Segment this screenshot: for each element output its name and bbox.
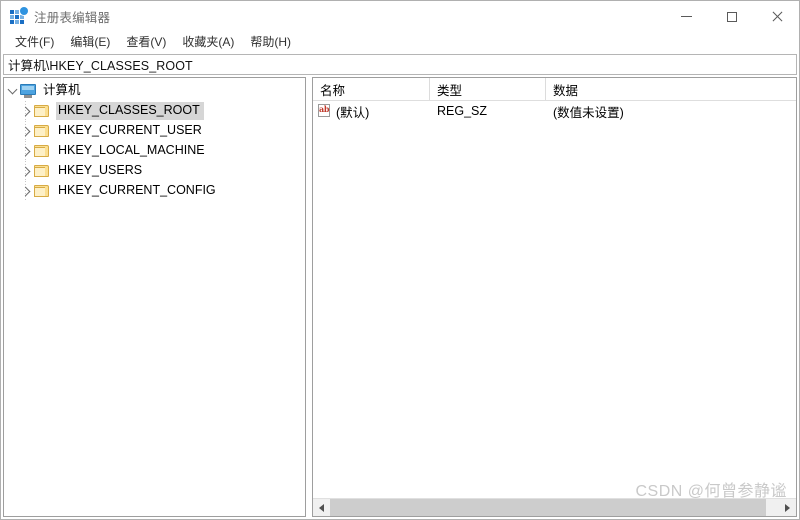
- chevron-right-icon[interactable]: [18, 161, 34, 181]
- folder-icon: [34, 164, 50, 178]
- tree-item-hkey-local-machine[interactable]: HKEY_LOCAL_MACHINE: [4, 141, 305, 161]
- close-button[interactable]: [754, 1, 799, 32]
- tree-item-computer[interactable]: 计算机: [4, 81, 305, 101]
- window-title: 注册表编辑器: [34, 11, 111, 25]
- registry-values-pane[interactable]: 名称 类型 数据 ab (默认) REG_SZ (数值未设置): [312, 77, 797, 517]
- tree-item-label: HKEY_CLASSES_ROOT: [56, 102, 204, 120]
- tree-item-computer-label: 计算机: [43, 83, 81, 97]
- menu-file[interactable]: 文件(F): [7, 33, 62, 52]
- folder-icon: [34, 124, 50, 138]
- menu-bar: 文件(F) 编辑(E) 查看(V) 收藏夹(A) 帮助(H): [1, 32, 799, 54]
- column-header-type[interactable]: 类型: [430, 78, 546, 100]
- chevron-right-icon[interactable]: [18, 121, 34, 141]
- chevron-down-icon[interactable]: [4, 81, 20, 101]
- gear-icon: [20, 6, 28, 15]
- tree-item-label: HKEY_CURRENT_USER: [58, 123, 202, 137]
- address-bar[interactable]: 计算机\HKEY_CLASSES_ROOT: [3, 54, 797, 75]
- tree-item-label: HKEY_USERS: [58, 163, 143, 177]
- string-value-ab-icon-text: ab: [319, 104, 330, 114]
- folder-icon: [34, 104, 50, 118]
- column-header-name[interactable]: 名称: [313, 78, 430, 100]
- address-path-text[interactable]: 计算机\HKEY_CLASSES_ROOT: [8, 55, 193, 74]
- registry-tree: 计算机 HKEY_CLASSES_ROOT HKEY_CURRENT_USER …: [4, 78, 305, 201]
- horizontal-scrollbar[interactable]: [313, 498, 796, 516]
- scrollbar-thumb[interactable]: [330, 499, 766, 516]
- menu-help[interactable]: 帮助(H): [242, 33, 299, 52]
- window-controls: [664, 1, 799, 32]
- cell-name: ab (默认): [313, 101, 430, 121]
- column-header-data[interactable]: 数据: [546, 78, 796, 100]
- close-icon: [771, 11, 782, 22]
- cell-data: (数值未设置): [553, 105, 624, 120]
- minimize-icon: [681, 16, 692, 17]
- list-column-header: 名称 类型 数据: [313, 78, 796, 101]
- registry-editor-icon: [10, 6, 28, 25]
- tree-item-hkey-users[interactable]: HKEY_USERS: [4, 161, 305, 181]
- string-value-ab-icon: ab: [318, 104, 332, 118]
- table-row[interactable]: ab (默认) REG_SZ (数值未设置): [313, 101, 796, 121]
- tree-item-label: HKEY_CURRENT_CONFIG: [58, 183, 216, 197]
- cell-type: REG_SZ: [437, 104, 488, 118]
- main-content: 计算机 HKEY_CLASSES_ROOT HKEY_CURRENT_USER …: [1, 75, 799, 519]
- chevron-right-icon[interactable]: [18, 181, 34, 201]
- tree-item-hkey-current-config[interactable]: HKEY_CURRENT_CONFIG: [4, 181, 305, 201]
- maximize-icon: [726, 11, 737, 22]
- title-bar: 注册表编辑器: [1, 1, 799, 32]
- folder-icon: [34, 144, 50, 158]
- chevron-right-icon[interactable]: [18, 141, 34, 161]
- tree-item-hkey-classes-root[interactable]: HKEY_CLASSES_ROOT: [4, 101, 305, 121]
- tree-item-hkey-current-user[interactable]: HKEY_CURRENT_USER: [4, 121, 305, 141]
- tree-item-label: HKEY_LOCAL_MACHINE: [58, 143, 205, 157]
- scroll-left-arrow[interactable]: [313, 499, 330, 516]
- menu-edit[interactable]: 编辑(E): [62, 33, 118, 52]
- scroll-right-arrow[interactable]: [779, 499, 796, 516]
- folder-icon: [34, 184, 50, 198]
- menu-favorites[interactable]: 收藏夹(A): [174, 33, 242, 52]
- minimize-button[interactable]: [664, 1, 709, 32]
- address-bar-container: 计算机\HKEY_CLASSES_ROOT: [1, 54, 799, 75]
- chevron-right-icon[interactable]: [18, 101, 34, 121]
- list-body[interactable]: ab (默认) REG_SZ (数值未设置): [313, 101, 796, 498]
- registry-tree-pane[interactable]: 计算机 HKEY_CLASSES_ROOT HKEY_CURRENT_USER …: [3, 77, 306, 517]
- cell-name-text: (默认): [336, 105, 370, 120]
- scrollbar-track[interactable]: [330, 499, 779, 516]
- maximize-button[interactable]: [709, 1, 754, 32]
- computer-monitor-icon: [20, 84, 36, 98]
- menu-view[interactable]: 查看(V): [118, 33, 174, 52]
- registry-editor-window: 注册表编辑器 文件(F) 编辑(E) 查看(V) 收藏夹(A) 帮助(H) 计算…: [0, 0, 800, 520]
